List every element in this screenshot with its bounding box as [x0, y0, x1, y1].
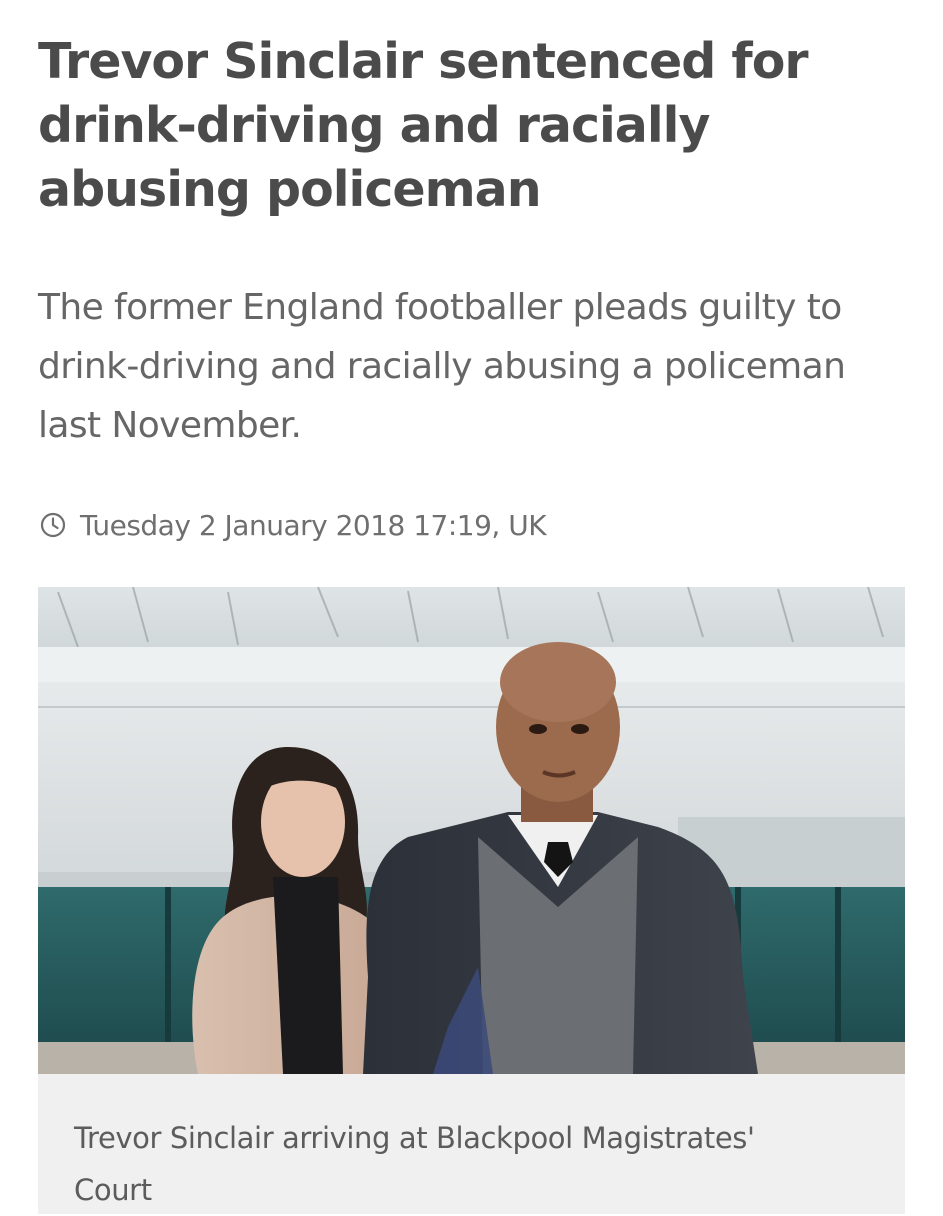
clock-icon [38, 510, 68, 540]
photo-caption-box: Trevor Sinclair arriving at Blackpool Ma… [38, 1074, 905, 1214]
photo-caption: Trevor Sinclair arriving at Blackpool Ma… [74, 1121, 755, 1207]
article-timestamp-row: Tuesday 2 January 2018 17:19, UK [38, 500, 547, 550]
article-standfirst: The former England footballer pleads gui… [38, 287, 846, 446]
article: Trevor Sinclair sentenced for drink-driv… [0, 0, 943, 1214]
article-headline: Trevor Sinclair sentenced for drink-driv… [38, 33, 809, 218]
article-photo[interactable] [38, 587, 905, 1074]
article-timestamp: Tuesday 2 January 2018 17:19, UK [80, 508, 547, 542]
